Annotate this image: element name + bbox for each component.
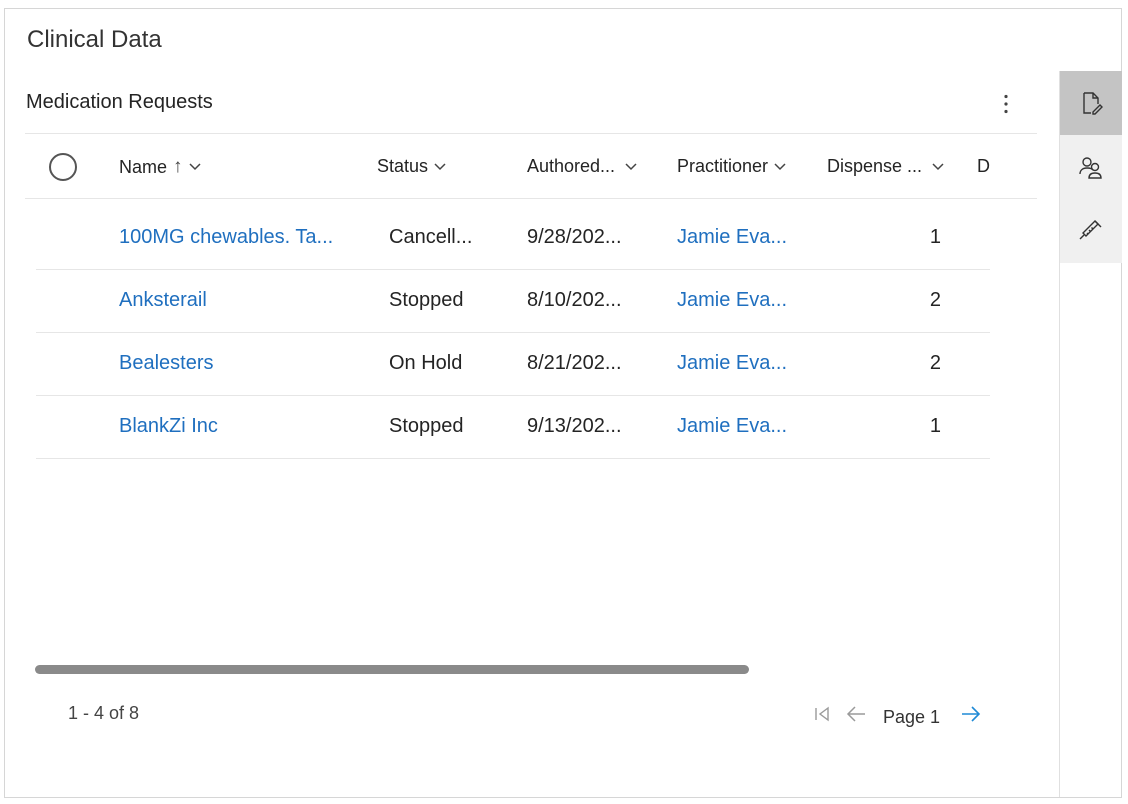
page-label: Page 1 (883, 706, 941, 727)
practitioner-link[interactable]: Jamie Eva... (677, 226, 787, 249)
column-label: D (977, 156, 990, 176)
status-cell: Stopped (389, 415, 464, 437)
practitioner-link[interactable]: Jamie Eva... (677, 415, 787, 438)
horizontal-scrollbar[interactable] (35, 665, 749, 674)
record-count: 1 - 4 of 8 (68, 703, 140, 723)
column-header-dispense[interactable]: Dispense ... (827, 156, 944, 177)
column-label: Practitioner (677, 156, 769, 176)
status-cell: On Hold (389, 352, 463, 374)
side-rail (1059, 71, 1122, 797)
grid-header-row: Name ↑ Status Authored... Practitioner D… (25, 133, 1037, 199)
rail-people-button[interactable] (1060, 135, 1122, 199)
chevron-down-icon (625, 162, 637, 170)
column-header-name[interactable]: Name ↑ (119, 156, 201, 178)
column-label: Name (119, 156, 168, 177)
dispense-cell: 1 (929, 415, 941, 437)
table-row[interactable]: Bealesters On Hold 8/21/202... Jamie Eva… (36, 333, 990, 396)
column-header-d[interactable]: D (977, 156, 990, 177)
authored-cell: 9/13/202... (527, 415, 622, 437)
dispense-cell: 2 (929, 289, 941, 311)
more-vertical-icon (1004, 94, 1008, 114)
practitioner-link[interactable]: Jamie Eva... (677, 352, 787, 375)
name-link[interactable]: BlankZi Inc (119, 415, 218, 438)
select-all-checkbox[interactable] (49, 153, 77, 181)
column-label: Status (377, 156, 429, 176)
status-cell: Stopped (389, 289, 464, 311)
section-title: Clinical Data (27, 26, 162, 53)
arrow-left-icon (846, 706, 865, 722)
first-page-icon (815, 706, 829, 722)
chevron-down-icon (434, 162, 446, 170)
chevron-down-icon (774, 162, 786, 170)
status-cell: Cancell... (389, 226, 473, 248)
subgrid-title: Medication Requests (26, 91, 213, 113)
authored-cell: 8/10/202... (527, 289, 622, 311)
rail-immunization-button[interactable] (1060, 199, 1122, 263)
people-icon (1079, 157, 1102, 179)
clinical-data-section: Clinical Data Medication Requests Name ↑… (4, 8, 1122, 798)
authored-cell: 9/28/202... (527, 226, 622, 248)
arrow-right-icon (962, 706, 981, 722)
more-options-button[interactable] (991, 89, 1021, 119)
rail-medication-button[interactable] (1060, 71, 1122, 135)
chevron-down-icon (188, 163, 201, 171)
medication-requests-grid: Name ↑ Status Authored... Practitioner D… (25, 133, 1037, 663)
pagination: Page 1 (805, 699, 988, 729)
previous-page-button[interactable] (839, 699, 873, 729)
table-row[interactable]: 100MG chewables. Ta... Cancell... 9/28/2… (36, 207, 990, 270)
authored-cell: 8/21/202... (527, 352, 622, 374)
dispense-cell: 1 (929, 226, 941, 248)
table-row[interactable]: BlankZi Inc Stopped 9/13/202... Jamie Ev… (36, 396, 990, 459)
column-header-authored[interactable]: Authored... (527, 156, 637, 177)
column-header-practitioner[interactable]: Practitioner (677, 156, 786, 177)
name-link[interactable]: Anksterail (119, 289, 207, 312)
dispense-cell: 2 (929, 352, 941, 374)
next-page-button[interactable] (954, 699, 988, 729)
name-link[interactable]: 100MG chewables. Ta... (119, 226, 333, 249)
practitioner-link[interactable]: Jamie Eva... (677, 289, 787, 312)
chevron-down-icon (932, 162, 944, 170)
name-link[interactable]: Bealesters (119, 352, 214, 375)
column-label: Dispense ... (827, 156, 923, 176)
first-page-button[interactable] (805, 699, 839, 729)
sort-ascending-icon: ↑ (173, 156, 183, 177)
syringe-icon (1079, 220, 1102, 240)
column-header-status[interactable]: Status (377, 156, 446, 177)
table-row[interactable]: Anksterail Stopped 8/10/202... Jamie Eva… (36, 270, 990, 333)
document-edit-icon (1083, 92, 1103, 115)
column-label: Authored... (527, 156, 616, 176)
